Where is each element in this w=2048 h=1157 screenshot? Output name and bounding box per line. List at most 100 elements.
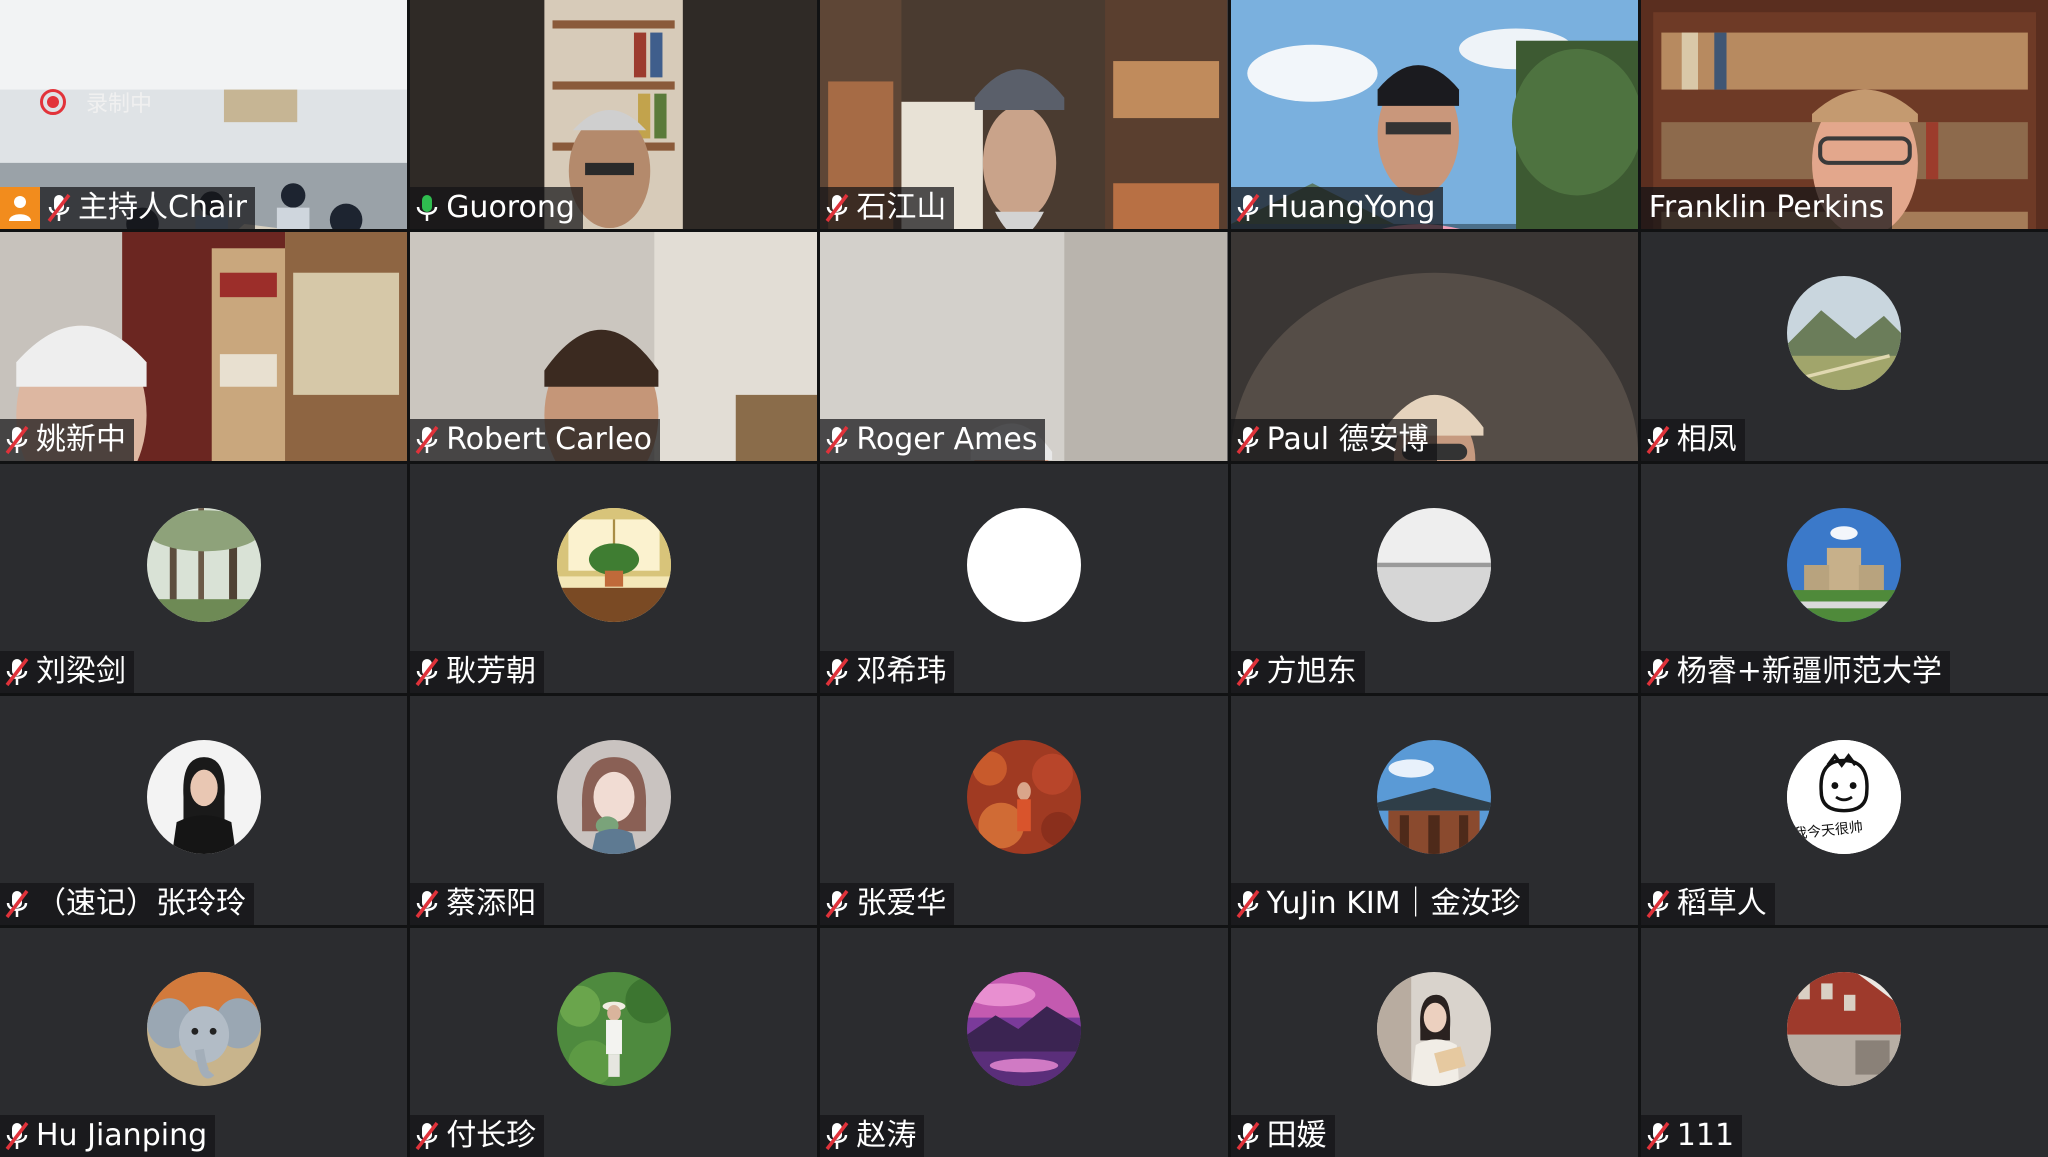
nameplate: 张爱华 <box>820 883 955 925</box>
muted-mic-icon <box>1236 889 1259 919</box>
muted-mic-icon <box>415 425 439 455</box>
participant-grid: 录制中 主持人Chair Guorong 石江山 HuangYong Frank… <box>0 0 2048 1157</box>
nameplate: Robert Carleo <box>410 419 660 461</box>
participant-tile[interactable]: 张爱华 <box>820 696 1228 925</box>
anime-girl-avatar <box>556 739 671 854</box>
muted-mic-icon <box>826 425 849 455</box>
recording-indicator: 录制中 <box>40 86 152 118</box>
nameplate: 方旭东 <box>1230 651 1365 693</box>
muted-mic-icon <box>47 193 71 223</box>
participant-tile[interactable]: 蔡添阳 <box>410 696 818 925</box>
participant-name: 耿芳朝 <box>446 654 537 689</box>
participant-tile[interactable]: Franklin Perkins <box>1640 0 2048 229</box>
participant-name: 石江山 <box>856 190 947 225</box>
participant-tile[interactable]: Guorong <box>410 0 818 229</box>
muted-mic-icon <box>5 425 29 455</box>
record-icon <box>40 89 66 115</box>
muted-mic-icon <box>415 1121 439 1151</box>
participant-tile[interactable]: 相凤 <box>1640 232 2048 461</box>
temple-roof-avatar <box>1377 739 1492 854</box>
nameplate: 刘梁剑 <box>0 651 134 693</box>
cartoon-sketch-avatar: 我今天很帅 <box>1787 739 1902 854</box>
participant-tile[interactable]: 田媛 <box>1230 928 1638 1157</box>
participant-tile[interactable]: 邓希玮 <box>820 464 1228 693</box>
muted-mic-icon <box>1236 193 1259 223</box>
nameplate: YuJin KIM｜金汝珍 <box>1230 883 1529 925</box>
potted-plant-avatar <box>556 507 671 622</box>
muted-mic-icon <box>1646 889 1670 919</box>
participant-name: Robert Carleo <box>446 422 652 457</box>
participant-name: Paul 德安博 <box>1266 422 1429 457</box>
muted-mic-icon <box>826 1121 849 1151</box>
participant-tile[interactable]: 耿芳朝 <box>410 464 818 693</box>
nameplate: 邓希玮 <box>820 651 955 693</box>
nameplate: 蔡添阳 <box>410 883 545 925</box>
participant-tile[interactable]: （速记）张玲玲 <box>0 696 408 925</box>
nameplate: （速记）张玲玲 <box>0 883 254 925</box>
nameplate: 石江山 <box>820 187 955 229</box>
muted-mic-icon <box>826 889 849 919</box>
muted-mic-icon <box>1646 657 1670 687</box>
participant-tile[interactable]: 录制中 主持人Chair <box>0 0 408 229</box>
nameplate: Franklin Perkins <box>1640 187 1893 229</box>
participant-tile[interactable]: 付长珍 <box>410 928 818 1157</box>
muted-mic-icon <box>1646 425 1670 455</box>
participant-name: HuangYong <box>1266 190 1436 225</box>
participant-name: YuJin KIM｜金汝珍 <box>1266 886 1521 921</box>
participant-name: 蔡添阳 <box>446 886 537 921</box>
participant-tile[interactable]: 111 <box>1640 928 2048 1157</box>
participant-tile[interactable]: HuangYong <box>1230 0 1638 229</box>
participant-name: 邓希玮 <box>856 654 947 689</box>
muted-mic-icon <box>5 1121 29 1151</box>
muted-mic-icon <box>5 657 29 687</box>
nameplate: 付长珍 <box>410 1115 545 1157</box>
red-building-avatar <box>1787 971 1902 1086</box>
participant-name: 田媛 <box>1266 1118 1327 1153</box>
participant-name: 111 <box>1676 1118 1735 1153</box>
participant-tile[interactable]: Robert Carleo <box>410 232 818 461</box>
participant-tile[interactable]: 刘梁剑 <box>0 464 408 693</box>
participant-name: 刘梁剑 <box>36 654 126 689</box>
nameplate: 耿芳朝 <box>410 651 545 693</box>
participant-tile[interactable]: 石江山 <box>820 0 1228 229</box>
participant-name: 张爱华 <box>856 886 947 921</box>
muted-mic-icon <box>415 889 439 919</box>
woman-portrait-avatar <box>146 739 261 854</box>
participant-name: 稻草人 <box>1676 886 1767 921</box>
nameplate: 赵涛 <box>820 1115 925 1157</box>
nameplate: 主持人Chair <box>0 187 256 229</box>
active-mic-icon <box>416 195 438 221</box>
autumn-foliage-avatar <box>966 739 1081 854</box>
muted-mic-icon <box>1646 1121 1670 1151</box>
participant-tile[interactable]: 我今天很帅 稻草人 <box>1640 696 2048 925</box>
participant-tile[interactable]: Paul 德安博 <box>1230 232 1638 461</box>
forest-avatar <box>146 507 261 622</box>
nameplate: Guorong <box>410 187 583 229</box>
participant-tile[interactable]: 杨睿+新疆师范大学 <box>1640 464 2048 693</box>
participant-name: 付长珍 <box>446 1118 537 1153</box>
campus-building-avatar <box>1787 507 1902 622</box>
participant-tile[interactable]: 赵涛 <box>820 928 1228 1157</box>
garden-figure-avatar <box>556 971 671 1086</box>
participant-tile[interactable]: YuJin KIM｜金汝珍 <box>1230 696 1638 925</box>
nameplate: 田媛 <box>1230 1115 1335 1157</box>
woman-reading-avatar <box>1377 971 1492 1086</box>
participant-name: 杨睿+新疆师范大学 <box>1676 654 1942 689</box>
participant-tile[interactable]: 方旭东 <box>1230 464 1638 693</box>
participant-name: Roger Ames <box>856 422 1038 457</box>
participant-name: （速记）张玲玲 <box>36 886 246 921</box>
participant-tile[interactable]: Roger Ames <box>820 232 1228 461</box>
blank-avatar <box>966 507 1081 622</box>
purple-sunset-avatar <box>966 971 1081 1086</box>
participant-name: 主持人Chair <box>78 190 248 225</box>
participant-name: Guorong <box>446 190 575 225</box>
participant-tile[interactable]: 姚新中 <box>0 232 408 461</box>
muted-mic-icon <box>415 657 439 687</box>
muted-mic-icon <box>826 657 849 687</box>
nameplate: 姚新中 <box>0 419 134 461</box>
participant-name: 赵涛 <box>856 1118 917 1153</box>
nameplate: 相凤 <box>1640 419 1745 461</box>
participant-name: 姚新中 <box>36 422 126 457</box>
participant-name: Hu Jianping <box>36 1118 208 1153</box>
participant-tile[interactable]: Hu Jianping <box>0 928 408 1157</box>
